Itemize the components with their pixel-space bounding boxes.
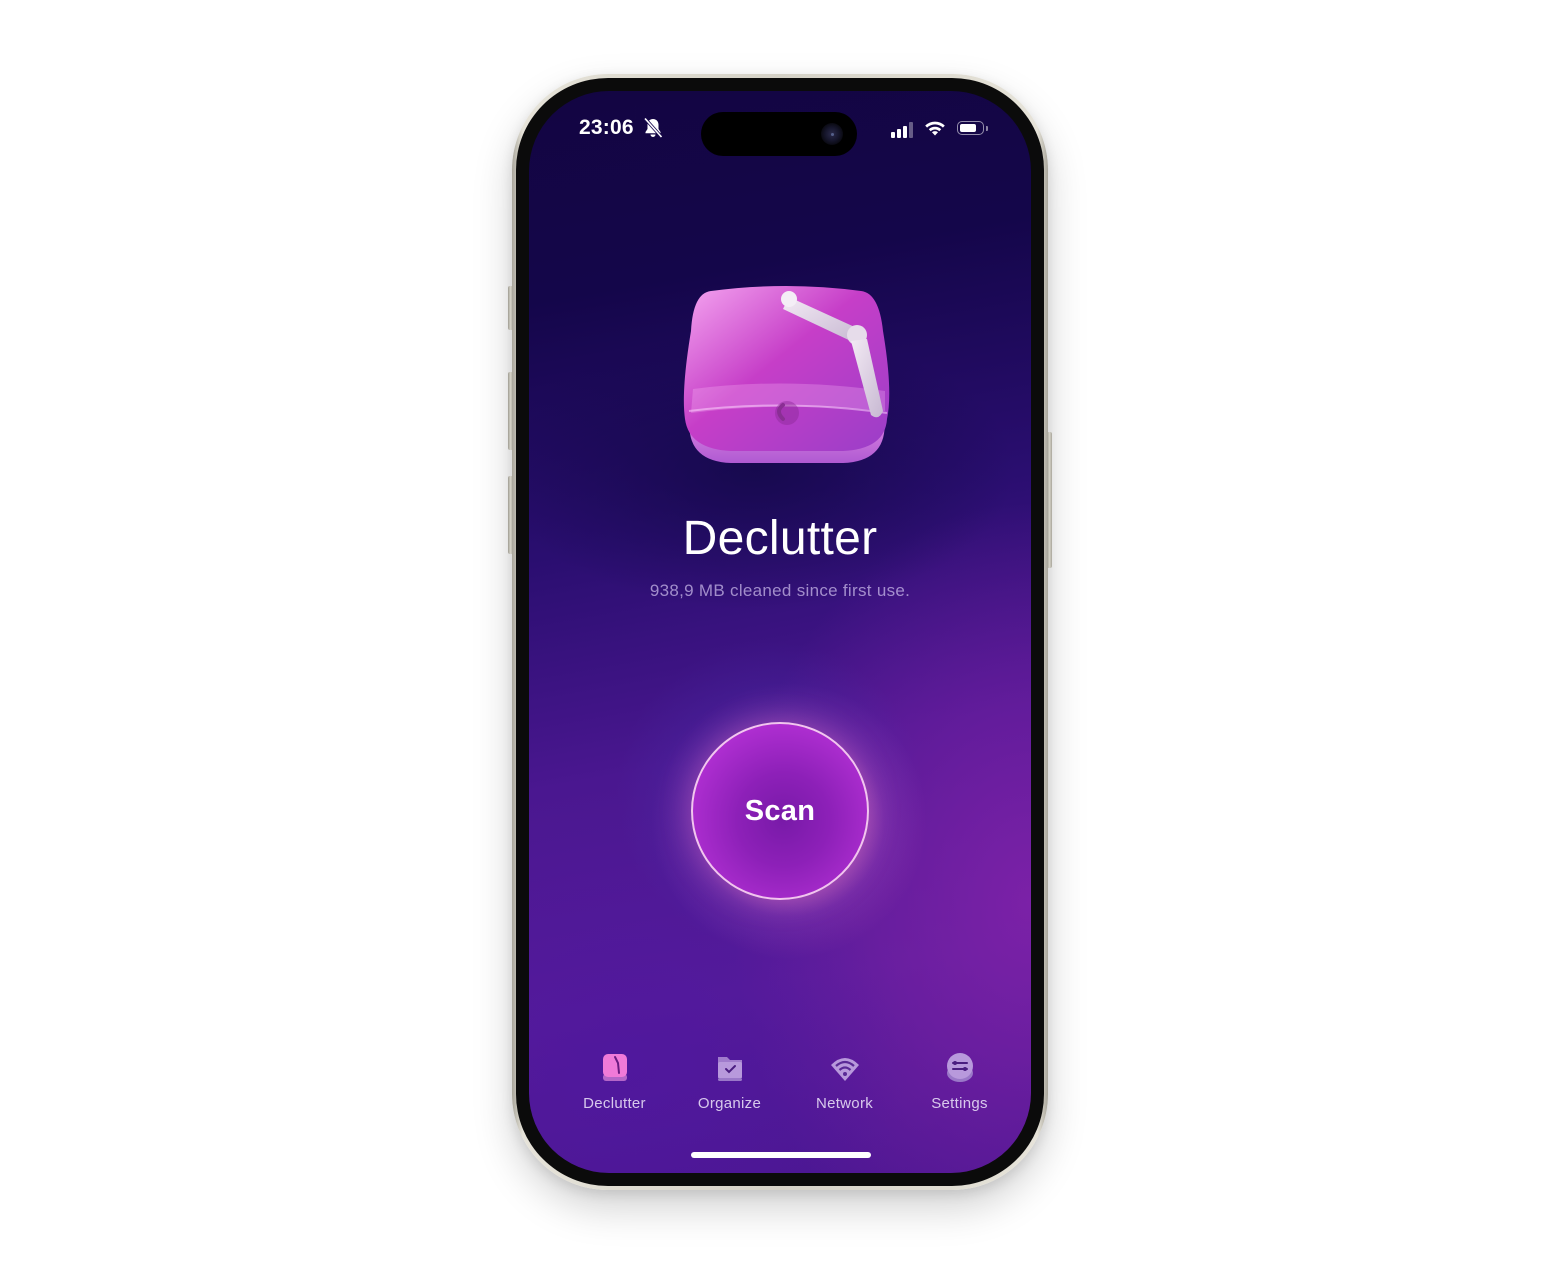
declutter-app-icon (683, 286, 890, 463)
organize-folder-icon (717, 1057, 742, 1081)
screen: 23:06 Declutter 938,9 MB cleaned since f… (529, 91, 1031, 1173)
battery-icon (957, 121, 989, 137)
tab-label: Network (815, 1095, 874, 1112)
phone-frame: 23:06 Declutter 938,9 MB cleaned since f… (512, 74, 1048, 1190)
scan-button[interactable]: Scan (691, 722, 869, 900)
cleaned-summary: 938,9 MB cleaned since first use. (649, 581, 911, 600)
status-bar: 23:06 (529, 91, 1031, 161)
tab-bar: Declutter Organize Network Settings (557, 1051, 1017, 1131)
tab-declutter[interactable]: Declutter (557, 1051, 672, 1131)
tab-organize[interactable]: Organize (672, 1051, 787, 1131)
declutter-icon (602, 1054, 627, 1081)
tab-label: Declutter (583, 1095, 646, 1112)
front-camera (821, 123, 843, 145)
wifi-icon (925, 121, 945, 136)
settings-toggle-icon (946, 1053, 973, 1082)
network-wifi-icon (830, 1058, 859, 1081)
bell-slash-icon (643, 117, 663, 139)
phone-bezel: 23:06 Declutter 938,9 MB cleaned since f… (516, 78, 1044, 1186)
scan-label: Scan (744, 794, 816, 827)
tab-label: Settings (931, 1095, 988, 1112)
tab-settings[interactable]: Settings (902, 1051, 1017, 1131)
tab-label: Organize (697, 1095, 762, 1112)
app-title: Declutter (682, 512, 878, 565)
dynamic-island (701, 112, 857, 156)
tab-network[interactable]: Network (787, 1051, 902, 1131)
cellular-signal-icon (891, 122, 917, 138)
home-indicator[interactable] (691, 1152, 871, 1158)
status-time: 23:06 (579, 116, 634, 139)
